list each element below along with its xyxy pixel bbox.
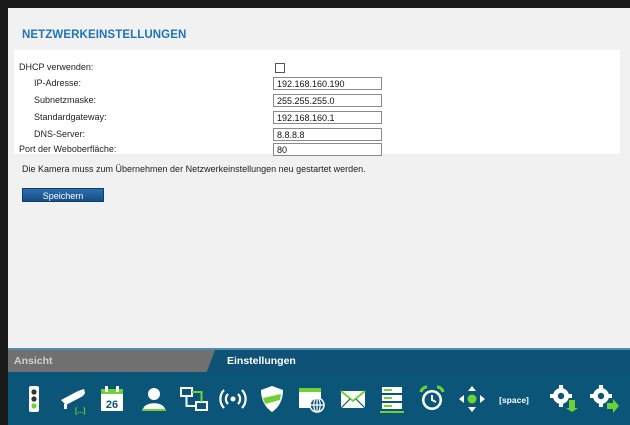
gear-down-button[interactable] bbox=[545, 381, 581, 417]
settings-toolbar: [...] 26 [space] bbox=[8, 372, 630, 425]
web-port-label: Port der Weboberfläche: bbox=[19, 144, 117, 154]
user-icon bbox=[142, 388, 166, 411]
content-area: NETZWERKEINSTELLUNGEN DHCP verwenden: IP… bbox=[8, 8, 630, 348]
gear-right-button[interactable] bbox=[586, 381, 622, 417]
tab-einstellungen[interactable]: Einstellungen bbox=[214, 350, 630, 372]
shield-icon bbox=[261, 386, 283, 412]
svg-text:[...]: [...] bbox=[75, 408, 86, 415]
server-button[interactable] bbox=[374, 381, 410, 417]
dhcp-row: DHCP verwenden: bbox=[14, 60, 620, 77]
gateway-label: Standardgateway: bbox=[34, 112, 107, 122]
calendar-icon: 26 bbox=[101, 386, 123, 411]
save-button[interactable]: Speichern bbox=[22, 188, 104, 202]
ptz-control-button[interactable] bbox=[454, 381, 490, 417]
subnet-mask-row: Subnetzmaske: bbox=[14, 93, 620, 110]
ip-address-row: IP-Adresse: bbox=[14, 76, 620, 93]
subnet-mask-field[interactable] bbox=[273, 94, 382, 107]
gateway-row: Standardgateway: bbox=[14, 110, 620, 127]
server-icon bbox=[380, 387, 404, 413]
ip-address-label: IP-Adresse: bbox=[34, 78, 82, 88]
space-label: [space] bbox=[499, 395, 529, 405]
user-button[interactable] bbox=[136, 381, 172, 417]
dhcp-checkbox[interactable] bbox=[275, 63, 285, 73]
dns-server-field[interactable] bbox=[273, 128, 382, 141]
mail-button[interactable] bbox=[335, 381, 371, 417]
tab-ansicht-label: Ansicht bbox=[14, 355, 53, 367]
gear-right-icon bbox=[590, 385, 619, 413]
ptz-control-icon bbox=[459, 386, 485, 412]
section-title: NETZWERKEINSTELLUNGEN bbox=[22, 29, 187, 41]
gear-down-icon bbox=[550, 385, 578, 412]
mail-icon bbox=[340, 390, 366, 409]
web-port-row: Port der Weboberfläche: bbox=[14, 142, 620, 159]
tab-einstellungen-label: Einstellungen bbox=[227, 355, 296, 367]
web-port-field[interactable] bbox=[273, 143, 382, 156]
tab-bar: Ansicht Einstellungen bbox=[8, 348, 630, 372]
dhcp-label: DHCP verwenden: bbox=[19, 62, 94, 72]
subnet-mask-label: Subnetzmaske: bbox=[34, 95, 97, 105]
wireless-button[interactable] bbox=[215, 381, 251, 417]
alarm-clock-button[interactable] bbox=[414, 381, 450, 417]
dns-server-label: DNS-Server: bbox=[34, 129, 86, 139]
camera-icon: [...] bbox=[61, 389, 86, 415]
camera-button[interactable]: [...] bbox=[56, 381, 92, 417]
calendar-day: 26 bbox=[106, 399, 118, 411]
network-settings-panel: DHCP verwenden: IP-Adresse: Subnetzmaske… bbox=[14, 50, 620, 156]
web-button[interactable] bbox=[294, 381, 330, 417]
traffic-light-icon bbox=[29, 386, 39, 412]
network-icon bbox=[180, 387, 208, 411]
tab-ansicht[interactable]: Ansicht bbox=[8, 350, 215, 372]
calendar-button[interactable]: 26 bbox=[94, 381, 130, 417]
network-button[interactable] bbox=[176, 381, 212, 417]
app-window: NETZWERKEINSTELLUNGEN DHCP verwenden: IP… bbox=[8, 8, 630, 425]
space-icon: [space] bbox=[499, 395, 529, 405]
security-button[interactable] bbox=[254, 381, 290, 417]
gateway-field[interactable] bbox=[273, 111, 382, 124]
wireless-icon bbox=[219, 389, 247, 409]
ip-address-field[interactable] bbox=[273, 77, 382, 90]
alarm-clock-icon bbox=[419, 385, 445, 410]
space-button[interactable]: [space] bbox=[496, 381, 532, 417]
web-icon bbox=[299, 388, 325, 413]
restart-note: Die Kamera muss zum Übernehmen der Netzw… bbox=[22, 164, 366, 174]
traffic-light-button[interactable] bbox=[16, 381, 52, 417]
